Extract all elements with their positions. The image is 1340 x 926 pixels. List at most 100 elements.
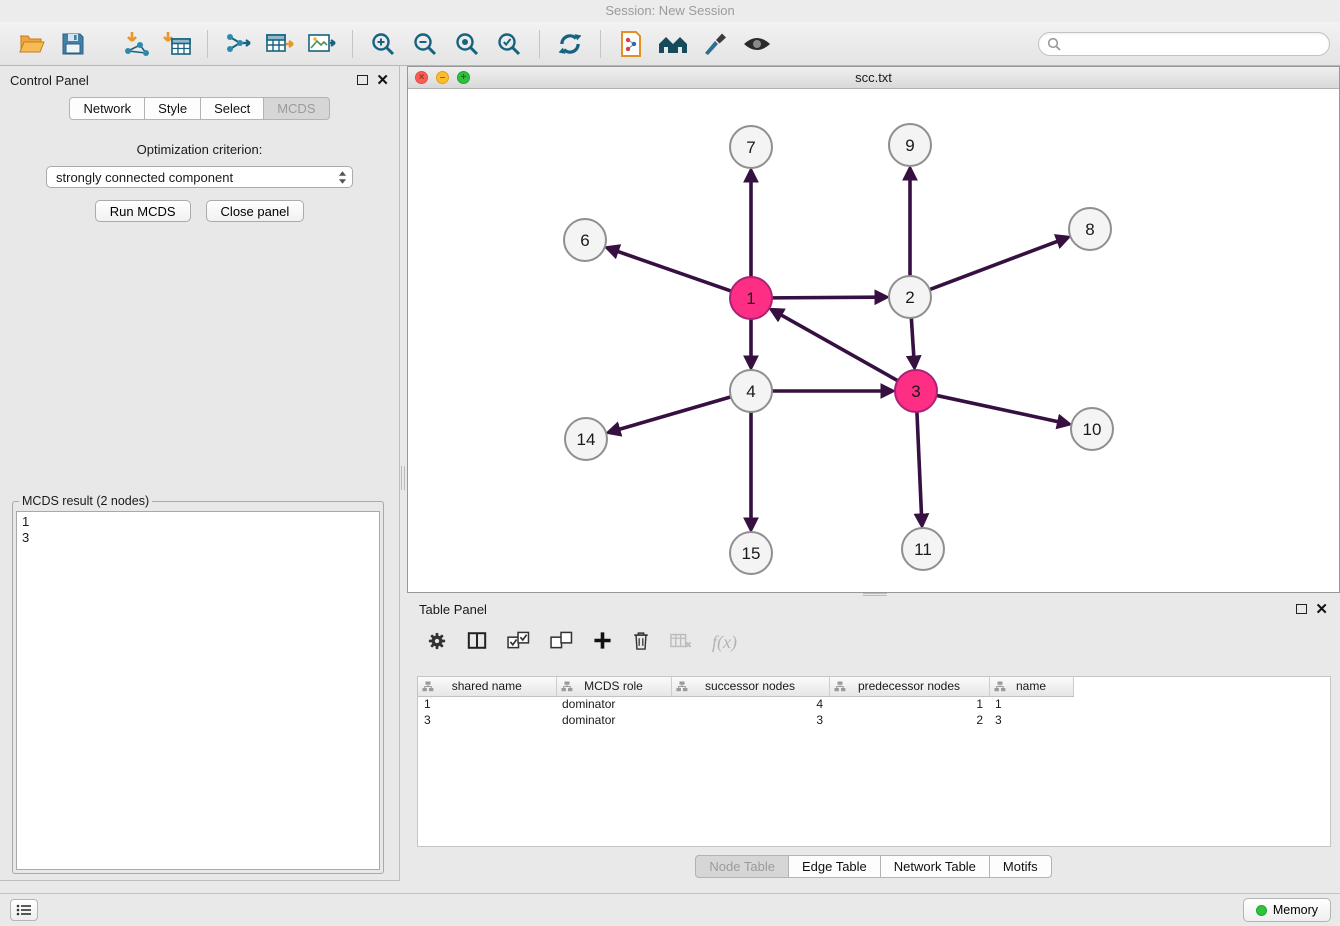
criterion-select[interactable]: strongly connected component — [46, 166, 353, 188]
zoom-selected-button[interactable] — [490, 26, 528, 62]
mcds-result-title: MCDS result (2 nodes) — [19, 494, 152, 508]
network-graph[interactable]: 7 9 6 8 1 2 4 3 14 10 15 11 — [408, 89, 1339, 592]
cell-shared-name[interactable]: 3 — [418, 712, 556, 728]
column-header-successor-nodes[interactable]: successor nodes — [671, 677, 829, 696]
close-icon: ✕ — [1315, 601, 1328, 618]
graph-node-9[interactable]: 9 — [889, 124, 931, 166]
graph-node-15[interactable]: 15 — [730, 532, 772, 574]
cell-predecessor-nodes[interactable]: 1 — [829, 696, 989, 712]
graph-node-2[interactable]: 2 — [889, 276, 931, 318]
graph-edge-3-11[interactable] — [917, 412, 922, 515]
table-row[interactable]: 3 dominator 3 2 3 — [418, 712, 1073, 728]
delete-table-button[interactable] — [670, 631, 692, 653]
control-panel-float-button[interactable] — [357, 73, 368, 88]
table-options-button[interactable] — [427, 631, 447, 654]
create-column-button[interactable] — [593, 631, 612, 653]
graph-edge-1-6[interactable] — [617, 251, 731, 291]
cell-predecessor-nodes[interactable]: 2 — [829, 712, 989, 728]
import-network-button[interactable] — [116, 26, 154, 62]
column-header-shared-name[interactable]: shared name — [418, 677, 556, 696]
graph-edge-2-8[interactable] — [930, 241, 1059, 290]
delete-column-button[interactable] — [632, 630, 650, 654]
close-panel-button[interactable]: Close panel — [206, 200, 305, 222]
zoom-fit-button[interactable] — [448, 26, 486, 62]
cell-successor-nodes[interactable]: 4 — [671, 696, 829, 712]
export-image-icon — [307, 31, 337, 57]
refresh-view-button[interactable] — [551, 26, 589, 62]
graph-node-3[interactable]: 3 — [895, 370, 937, 412]
export-image-button[interactable] — [303, 26, 341, 62]
tab-style[interactable]: Style — [145, 97, 201, 120]
export-network-button[interactable] — [219, 26, 257, 62]
tab-select[interactable]: Select — [201, 97, 264, 120]
graph-edge-3-10[interactable] — [937, 395, 1059, 421]
import-table-button[interactable] — [158, 26, 196, 62]
mcds-result-item[interactable]: 1 — [22, 514, 374, 530]
zoom-in-button[interactable] — [364, 26, 402, 62]
graph-node-6[interactable]: 6 — [564, 219, 606, 261]
tab-node-table[interactable]: Node Table — [695, 855, 789, 878]
column-header-name[interactable]: name — [989, 677, 1073, 696]
document-network-button[interactable] — [612, 26, 650, 62]
graph-node-1[interactable]: 1 — [730, 277, 772, 319]
document-network-icon — [619, 31, 643, 57]
task-history-button[interactable] — [10, 899, 38, 921]
graph-node-14[interactable]: 14 — [565, 418, 607, 460]
control-panel-close-button[interactable]: ✕ — [376, 73, 389, 88]
graph-edge-1-2[interactable] — [772, 297, 876, 298]
search-box[interactable] — [1038, 32, 1330, 56]
splitter-grip — [401, 466, 405, 490]
table-panel-float-button[interactable] — [1296, 602, 1307, 617]
column-header-predecessor-nodes[interactable]: predecessor nodes — [829, 677, 989, 696]
graph-node-4[interactable]: 4 — [730, 370, 772, 412]
graph-node-7[interactable]: 7 — [730, 126, 772, 168]
memory-button[interactable]: Memory — [1243, 898, 1331, 922]
mcds-result-list[interactable]: 1 3 — [16, 511, 380, 870]
control-panel-title: Control Panel — [10, 73, 89, 88]
style-brush-button[interactable] — [696, 26, 734, 62]
mcds-result-item[interactable]: 3 — [22, 530, 374, 546]
cell-mcds-role[interactable]: dominator — [556, 696, 671, 712]
open-session-button[interactable] — [12, 26, 50, 62]
eye-button[interactable] — [738, 26, 776, 62]
home-button[interactable] — [654, 26, 692, 62]
zoom-selected-icon — [496, 31, 522, 57]
select-all-button[interactable] — [507, 631, 530, 653]
graph-edge-2-3[interactable] — [911, 318, 913, 357]
tab-network[interactable]: Network — [69, 97, 145, 120]
column-type-icon — [994, 681, 1006, 695]
table-row[interactable]: 1 dominator 4 1 1 — [418, 696, 1073, 712]
deselect-all-button[interactable] — [550, 631, 573, 653]
save-session-button[interactable] — [54, 26, 92, 62]
table-panel-header: Table Panel ✕ — [407, 596, 1340, 622]
graph-node-10[interactable]: 10 — [1071, 408, 1113, 450]
zoom-window-button[interactable]: + — [457, 71, 470, 84]
cell-name[interactable]: 3 — [989, 712, 1073, 728]
export-table-button[interactable] — [261, 26, 299, 62]
cell-successor-nodes[interactable]: 3 — [671, 712, 829, 728]
tab-mcds[interactable]: MCDS — [264, 97, 329, 120]
show-columns-button[interactable] — [467, 631, 487, 653]
close-window-button[interactable]: × — [415, 71, 428, 84]
graph-edge-4-14[interactable] — [619, 397, 731, 430]
graph-node-8[interactable]: 8 — [1069, 208, 1111, 250]
tab-network-table[interactable]: Network Table — [881, 855, 990, 878]
cell-shared-name[interactable]: 1 — [418, 696, 556, 712]
graph-edge-3-1[interactable] — [781, 315, 898, 381]
cell-mcds-role[interactable]: dominator — [556, 712, 671, 728]
minimize-window-button[interactable]: – — [436, 71, 449, 84]
tab-edge-table[interactable]: Edge Table — [789, 855, 881, 878]
zoom-out-button[interactable] — [406, 26, 444, 62]
table-panel-close-button[interactable]: ✕ — [1315, 602, 1328, 617]
close-icon: ✕ — [376, 72, 389, 89]
function-builder-button[interactable]: f(x) — [712, 632, 737, 653]
cell-name[interactable]: 1 — [989, 696, 1073, 712]
column-type-icon — [561, 681, 573, 695]
run-mcds-button[interactable]: Run MCDS — [95, 200, 191, 222]
vertical-splitter[interactable] — [400, 66, 407, 881]
network-window-titlebar[interactable]: × – + scc.txt — [408, 67, 1339, 89]
search-input[interactable] — [1066, 36, 1321, 51]
tab-motifs[interactable]: Motifs — [990, 855, 1052, 878]
column-header-mcds-role[interactable]: MCDS role — [556, 677, 671, 696]
graph-node-11[interactable]: 11 — [902, 528, 944, 570]
